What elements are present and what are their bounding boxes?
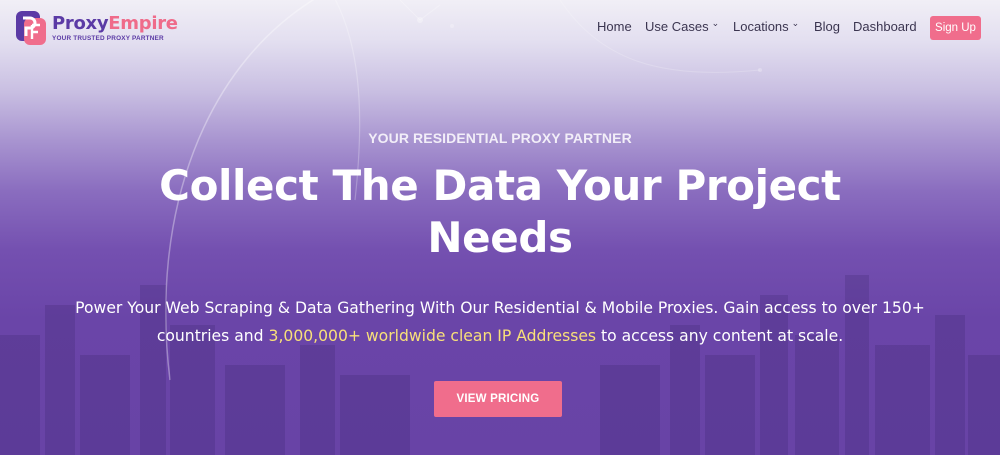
hero-section: ProxyEmpire YOUR TRUSTED PROXY PARTNER H…	[0, 0, 1000, 455]
nav-item-blog[interactable]: Blog	[814, 19, 840, 34]
hero-description-highlight: 3,000,000+ worldwide clean IP Addresses	[268, 327, 597, 345]
nav-item-label: Blog	[814, 19, 841, 34]
nav-item-home[interactable]: Home	[597, 19, 632, 34]
hero-description: Power Your Web Scraping & Data Gathering…	[40, 294, 960, 350]
view-pricing-button[interactable]: VIEW PRICING	[434, 381, 562, 417]
hero-headline-line1: Collect The Data Your Project	[159, 161, 841, 210]
brand-name: ProxyEmpire	[52, 14, 178, 34]
sign-up-button[interactable]: Sign Up	[930, 16, 981, 40]
nav-item-dashboard[interactable]: Dashboard	[853, 19, 917, 34]
brand-name-part1: Proxy	[52, 13, 109, 34]
nav-item-locations[interactable]: Locations ⌄	[733, 18, 800, 34]
brand-logo[interactable]: ProxyEmpire YOUR TRUSTED PROXY PARTNER	[14, 8, 184, 48]
brand-name-part2: Empire	[108, 13, 178, 34]
nav-item-use-cases[interactable]: Use Cases ⌄	[645, 18, 720, 34]
nav-item-label: Locations	[733, 19, 789, 34]
hero-headline: Collect The Data Your Project Needs	[100, 160, 900, 264]
nav-item-label: Use Cases	[645, 19, 709, 34]
brand-tagline: YOUR TRUSTED PROXY PARTNER	[52, 35, 164, 42]
site-header: ProxyEmpire YOUR TRUSTED PROXY PARTNER H…	[0, 0, 1000, 56]
hero-eyebrow: YOUR RESIDENTIAL PROXY PARTNER	[368, 130, 632, 146]
logo-mark-icon	[16, 11, 46, 45]
hero-description-part2: to access any content at scale.	[596, 327, 844, 345]
chevron-down-icon: ⌄	[791, 18, 800, 28]
hero-headline-line2: Needs	[427, 213, 573, 262]
nav-item-label: Dashboard	[853, 19, 917, 34]
chevron-down-icon: ⌄	[711, 18, 720, 28]
nav-item-label: Home	[597, 19, 632, 34]
